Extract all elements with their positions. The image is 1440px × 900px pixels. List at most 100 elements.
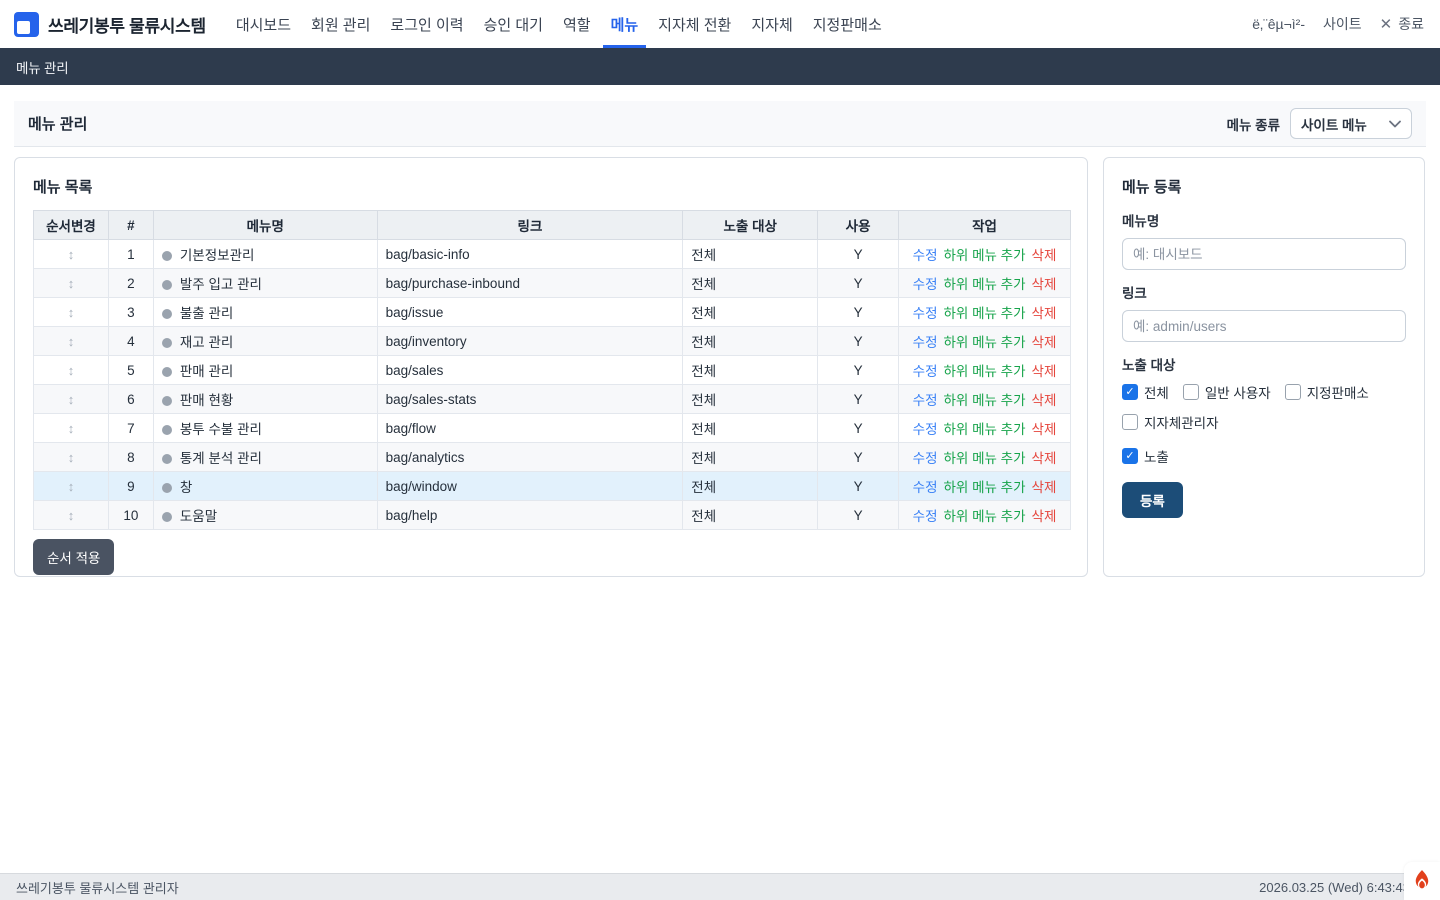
drag-handle-icon[interactable]: ↕ [68,392,75,407]
bullet-dot-icon [162,425,172,435]
nav-item-2[interactable]: 로그인 이력 [382,0,471,48]
edit-link[interactable]: 수정 [913,248,938,263]
add-submenu-link[interactable]: 하위 메뉴 추가 [944,480,1026,495]
use-flag-cell: Y [818,414,899,443]
apply-order-button[interactable]: 순서 적용 [33,539,114,575]
bullet-dot-icon [162,396,172,406]
bullet-dot-icon [162,251,172,261]
edit-link[interactable]: 수정 [913,393,938,408]
delete-link[interactable]: 삭제 [1032,422,1057,437]
delete-link[interactable]: 삭제 [1032,335,1057,350]
use-flag-cell: Y [818,501,899,530]
delete-link[interactable]: 삭제 [1032,306,1057,321]
page-title-bar: 메뉴 관리 [0,48,1440,85]
edit-link[interactable]: 수정 [913,422,938,437]
add-submenu-link[interactable]: 하위 메뉴 추가 [944,422,1026,437]
target-checkbox-1-box[interactable] [1183,384,1199,400]
drag-handle-icon[interactable]: ↕ [68,247,75,262]
bullet-dot-icon [162,454,172,464]
actions-cell: 수정 하위 메뉴 추가 삭제 [899,327,1071,356]
add-submenu-link[interactable]: 하위 메뉴 추가 [944,335,1026,350]
target-checkbox-2-label: 지정판매소 [1307,382,1369,402]
delete-link[interactable]: 삭제 [1032,480,1057,495]
add-submenu-link[interactable]: 하위 메뉴 추가 [944,451,1026,466]
delete-link[interactable]: 삭제 [1032,277,1057,292]
target-checkbox-0[interactable]: 전체 [1122,382,1169,402]
menu-link-input[interactable] [1122,310,1406,342]
target-cell: 전체 [683,414,818,443]
add-submenu-link[interactable]: 하위 메뉴 추가 [944,509,1026,524]
edit-link[interactable]: 수정 [913,335,938,350]
logout-button[interactable]: ✕ 종료 [1380,14,1424,34]
target-checkbox-3-box[interactable] [1122,414,1138,430]
target-checkbox-3[interactable]: 지자체관리자 [1122,412,1219,432]
drag-handle-icon[interactable]: ↕ [68,421,75,436]
footer: 쓰레기봉투 물류시스템 관리자 2026.03.25 (Wed) 6:43:43 [0,873,1440,900]
target-checkbox-2[interactable]: 지정판매소 [1285,382,1369,402]
target-cell: 전체 [683,501,818,530]
use-flag-cell: Y [818,356,899,385]
edit-link[interactable]: 수정 [913,364,938,379]
add-submenu-link[interactable]: 하위 메뉴 추가 [944,364,1026,379]
actions-cell: 수정 하위 메뉴 추가 삭제 [899,298,1071,327]
edit-link[interactable]: 수정 [913,277,938,292]
menu-link-cell: bag/window [377,472,683,501]
drag-handle-icon[interactable]: ↕ [68,305,75,320]
nav-item-5[interactable]: 메뉴 [603,0,647,48]
main-content: 메뉴 목록 순서변경#메뉴명링크노출 대상사용작업 ↕1기본정보관리bag/ba… [14,157,1425,577]
site-link[interactable]: 사이트 [1323,14,1362,34]
nav-item-0[interactable]: 대시보드 [228,0,299,48]
flame-icon [1412,870,1432,892]
expose-checkbox[interactable]: 노출 [1122,446,1169,466]
add-submenu-link[interactable]: 하위 메뉴 추가 [944,248,1026,263]
use-flag-cell: Y [818,472,899,501]
menu-name-input[interactable] [1122,238,1406,270]
drag-handle-icon[interactable]: ↕ [68,334,75,349]
menu-row-6: ↕6판매 현황bag/sales-stats전체Y수정하위 메뉴 추가삭제 [34,385,1071,414]
nav-item-8[interactable]: 지정판매소 [805,0,890,48]
register-button[interactable]: 등록 [1122,482,1183,518]
drag-handle-icon[interactable]: ↕ [68,276,75,291]
nav-item-1[interactable]: 회원 관리 [303,0,378,48]
menu-row-7: ↕7봉투 수불 관리bag/flow전체Y수정하위 메뉴 추가삭제 [34,414,1071,443]
menu-link-cell: bag/inventory [377,327,683,356]
add-submenu-link[interactable]: 하위 메뉴 추가 [944,277,1026,292]
nav-item-4[interactable]: 역할 [555,0,599,48]
expose-checkbox-box[interactable] [1122,448,1138,464]
row-number: 6 [108,385,153,414]
menu-type-select[interactable]: 사이트 메뉴 [1290,108,1412,139]
target-checkbox-1-label: 일반 사용자 [1205,382,1271,402]
delete-link[interactable]: 삭제 [1032,393,1057,408]
app-title: 쓰레기봉투 물류시스템 [48,12,206,37]
nav-item-6[interactable]: 지자체 전환 [650,0,739,48]
delete-link[interactable]: 삭제 [1032,248,1057,263]
menu-link-cell: bag/flow [377,414,683,443]
nav-item-3[interactable]: 승인 대기 [476,0,551,48]
target-checkbox-1[interactable]: 일반 사용자 [1183,382,1271,402]
actions-cell: 수정 하위 메뉴 추가 삭제 [899,385,1071,414]
drag-handle-icon[interactable]: ↕ [68,363,75,378]
row-number: 4 [108,327,153,356]
edit-link[interactable]: 수정 [913,509,938,524]
menu-type-label: 메뉴 종류 [1227,114,1280,134]
drag-handle-icon[interactable]: ↕ [68,479,75,494]
menu-row-5: ↕5판매 관리bag/sales전체Y수정하위 메뉴 추가삭제 [34,356,1071,385]
use-flag-cell: Y [818,443,899,472]
add-submenu-link[interactable]: 하위 메뉴 추가 [944,393,1026,408]
menu-name-cell: 발주 입고 관리 [153,269,377,298]
delete-link[interactable]: 삭제 [1032,364,1057,379]
edit-link[interactable]: 수정 [913,451,938,466]
menu-link-cell: bag/sales-stats [377,385,683,414]
add-submenu-link[interactable]: 하위 메뉴 추가 [944,306,1026,321]
nav-item-7[interactable]: 지자체 [743,0,800,48]
edit-link[interactable]: 수정 [913,306,938,321]
drag-handle-icon[interactable]: ↕ [68,450,75,465]
target-cell: 전체 [683,327,818,356]
drag-handle-icon[interactable]: ↕ [68,508,75,523]
target-checkbox-2-box[interactable] [1285,384,1301,400]
delete-link[interactable]: 삭제 [1032,451,1057,466]
edit-link[interactable]: 수정 [913,480,938,495]
column-header-6: 작업 [899,211,1071,240]
delete-link[interactable]: 삭제 [1032,509,1057,524]
target-checkbox-0-box[interactable] [1122,384,1138,400]
